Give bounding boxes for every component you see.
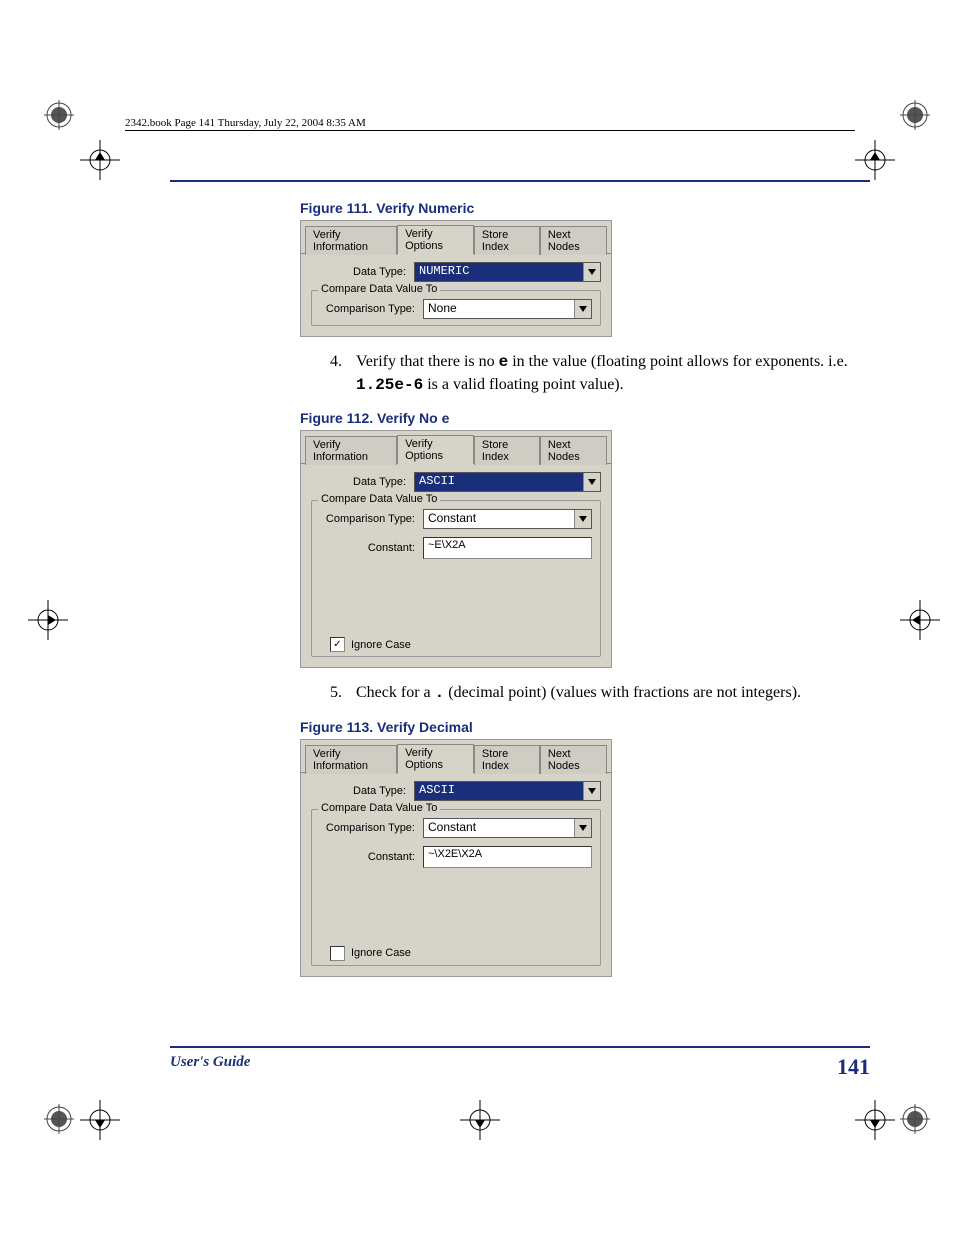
chevron-down-icon[interactable] — [583, 263, 600, 281]
figure-113-caption: Figure 113. Verify Decimal — [300, 719, 870, 735]
crosshair-icon — [855, 140, 895, 180]
tab-verify-options[interactable]: Verify Options — [397, 225, 474, 254]
tab-next-nodes[interactable]: Next Nodes — [540, 436, 607, 465]
ignore-case-checkbox[interactable] — [330, 946, 345, 961]
page-number: 141 — [837, 1054, 870, 1080]
footer-rule — [170, 1046, 870, 1048]
ignore-case-label: Ignore Case — [351, 639, 411, 651]
comparison-type-select[interactable]: Constant — [423, 818, 592, 838]
verify-decimal-panel: Verify Information Verify Options Store … — [300, 739, 612, 977]
constant-label: Constant: — [320, 542, 423, 554]
comparison-type-select[interactable]: Constant — [423, 509, 592, 529]
crosshair-icon — [855, 1100, 895, 1140]
data-type-select[interactable]: ASCII — [414, 781, 601, 801]
figure-111-caption: Figure 111. Verify Numeric — [300, 200, 870, 216]
crosshair-icon — [80, 1100, 120, 1140]
tab-next-nodes[interactable]: Next Nodes — [540, 226, 607, 255]
tab-verify-information[interactable]: Verify Information — [305, 226, 397, 255]
data-type-label: Data Type: — [311, 266, 414, 278]
chevron-down-icon[interactable] — [574, 819, 591, 837]
comparison-type-label: Comparison Type: — [320, 303, 423, 315]
step-text: Check for a . (decimal point) (values wi… — [356, 682, 870, 705]
constant-input[interactable]: ~\X2E\X2A — [423, 846, 592, 868]
figure-112-caption: Figure 112. Verify No e — [300, 410, 870, 426]
data-type-value: ASCII — [415, 782, 583, 800]
tabstrip: Verify Information Verify Options Store … — [301, 431, 611, 464]
chevron-down-icon[interactable] — [583, 782, 600, 800]
step-number: 4. — [330, 351, 356, 396]
compare-legend: Compare Data Value To — [318, 802, 440, 814]
verify-no-e-panel: Verify Information Verify Options Store … — [300, 430, 612, 668]
tabstrip: Verify Information Verify Options Store … — [301, 740, 611, 773]
verify-numeric-panel: Verify Information Verify Options Store … — [300, 220, 612, 337]
constant-label: Constant: — [320, 851, 423, 863]
step-text: Verify that there is no e in the value (… — [356, 351, 870, 396]
header-rule — [125, 130, 855, 131]
tab-verify-information[interactable]: Verify Information — [305, 745, 397, 774]
constant-input[interactable]: ~E\X2A — [423, 537, 592, 559]
comparison-type-value: Constant — [424, 819, 574, 837]
ignore-case-label: Ignore Case — [351, 947, 411, 959]
tab-verify-options[interactable]: Verify Options — [397, 435, 474, 464]
data-type-value: NUMERIC — [415, 263, 583, 281]
tab-verify-information[interactable]: Verify Information — [305, 436, 397, 465]
data-type-select[interactable]: NUMERIC — [414, 262, 601, 282]
ignore-case-checkbox[interactable]: ✓ — [330, 637, 345, 652]
tab-store-index[interactable]: Store Index — [474, 436, 540, 465]
page-header-text: 2342.book Page 141 Thursday, July 22, 20… — [125, 117, 366, 129]
crosshair-icon — [28, 600, 68, 640]
crosshair-icon — [460, 1100, 500, 1140]
regmark-icon — [44, 100, 74, 130]
step-5: 5. Check for a . (decimal point) (values… — [330, 682, 870, 705]
tab-verify-options[interactable]: Verify Options — [397, 744, 474, 773]
crosshair-icon — [80, 140, 120, 180]
comparison-type-label: Comparison Type: — [320, 822, 423, 834]
tabstrip: Verify Information Verify Options Store … — [301, 221, 611, 254]
compare-legend: Compare Data Value To — [318, 283, 440, 295]
data-type-value: ASCII — [415, 473, 583, 491]
comparison-type-value: None — [424, 300, 574, 318]
crosshair-icon — [900, 600, 940, 640]
comparison-type-select[interactable]: None — [423, 299, 592, 319]
regmark-icon — [900, 100, 930, 130]
footer-title: User's Guide — [170, 1054, 250, 1080]
tab-store-index[interactable]: Store Index — [474, 745, 540, 774]
chevron-down-icon[interactable] — [574, 300, 591, 318]
step-4: 4. Verify that there is no e in the valu… — [330, 351, 870, 396]
data-type-select[interactable]: ASCII — [414, 472, 601, 492]
tab-store-index[interactable]: Store Index — [474, 226, 540, 255]
top-rule — [170, 180, 870, 182]
data-type-label: Data Type: — [311, 785, 414, 797]
regmark-icon — [900, 1104, 930, 1134]
regmark-icon — [44, 1104, 74, 1134]
comparison-type-value: Constant — [424, 510, 574, 528]
chevron-down-icon[interactable] — [583, 473, 600, 491]
comparison-type-label: Comparison Type: — [320, 513, 423, 525]
tab-next-nodes[interactable]: Next Nodes — [540, 745, 607, 774]
chevron-down-icon[interactable] — [574, 510, 591, 528]
compare-legend: Compare Data Value To — [318, 493, 440, 505]
data-type-label: Data Type: — [311, 476, 414, 488]
step-number: 5. — [330, 682, 356, 705]
